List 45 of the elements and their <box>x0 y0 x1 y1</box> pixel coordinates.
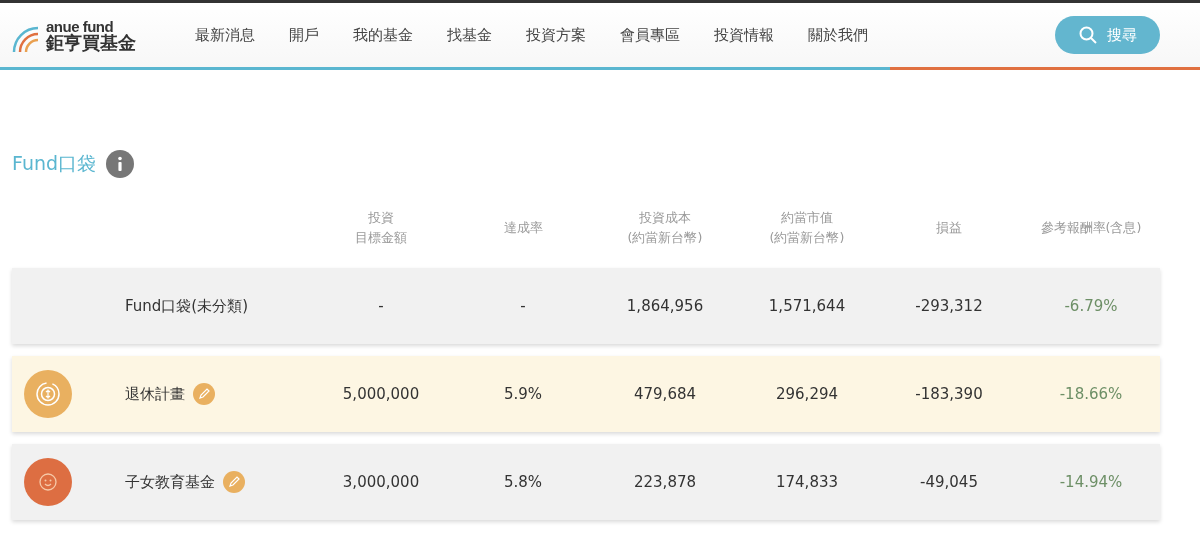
plan-row[interactable]: 退休計畫 5,000,000 5.9% 479,684 296,294 -183,390 -18.66% <box>12 356 1160 432</box>
nav-item[interactable]: 最新消息 <box>178 25 272 45</box>
plan-row[interactable]: Fund口袋(未分類) - - 1,864,956 1,571,644 -293,312 -6.79% <box>12 268 1160 344</box>
column-header: 參考報酬率(含息) <box>1039 219 1143 237</box>
info-icon[interactable] <box>106 150 135 178</box>
table-cell-text: 3,000,000 <box>341 473 421 491</box>
plan-name: 子女教育基金 <box>125 472 215 492</box>
table-cell-text: 296,294 <box>775 385 839 403</box>
column-header: 投資成本 (約當新台幣) <box>626 209 704 247</box>
nav-item[interactable]: 我的基金 <box>336 25 430 45</box>
logo-name: 鉅亨買基金 <box>46 33 136 52</box>
plan-name: Fund口袋(未分類) <box>125 296 249 316</box>
table-cell-text: -18.66% <box>1058 385 1124 403</box>
table-cell-text: -14.94% <box>1058 473 1124 491</box>
table-cell-text: 479,684 <box>633 385 697 403</box>
table-cell-text: - <box>377 297 385 315</box>
table-cell-text: 174,833 <box>775 473 839 491</box>
nav-item[interactable]: 開戶 <box>272 25 336 45</box>
logo-brand: anue fund <box>46 18 114 34</box>
table-cell-text: -183,390 <box>914 385 984 403</box>
nav-item[interactable]: 投資情報 <box>697 25 791 45</box>
column-header: 達成率 <box>502 219 544 237</box>
table-cell-text: -293,312 <box>914 297 984 315</box>
table-cell-text: 1,571,644 <box>767 297 847 315</box>
nav-item[interactable]: 關於我們 <box>791 25 885 45</box>
table-cell-text: - <box>519 297 527 315</box>
table-cell-text: 223,878 <box>633 473 697 491</box>
section-title: Fund口袋 <box>12 151 97 176</box>
pencil-icon[interactable] <box>193 383 215 405</box>
column-header: 約當市值 (約當新台幣) <box>768 209 846 247</box>
nav-item[interactable]: 找基金 <box>430 25 509 45</box>
table-cell-text: 5.9% <box>502 385 544 403</box>
table-cell-text: 5.8% <box>502 473 544 491</box>
pencil-icon[interactable] <box>223 471 245 493</box>
plan-row[interactable]: 子女教育基金 3,000,000 5.8% 223,878 174,833 -49,045 -14.94% <box>12 444 1160 520</box>
table-cell-text: 5,000,000 <box>341 385 421 403</box>
nav-item[interactable]: 投資方案 <box>509 25 603 45</box>
table-cell-text: -6.79% <box>1063 297 1119 315</box>
plan-name: 退休計畫 <box>125 384 185 404</box>
nav-item[interactable]: 會員專區 <box>603 25 697 45</box>
column-header: 損益 <box>935 219 963 237</box>
table-cell-text: -49,045 <box>919 473 979 491</box>
search-icon <box>1078 26 1097 44</box>
column-header: 投資 目標金額 <box>354 209 408 247</box>
table-cell-text: 1,864,956 <box>625 297 705 315</box>
